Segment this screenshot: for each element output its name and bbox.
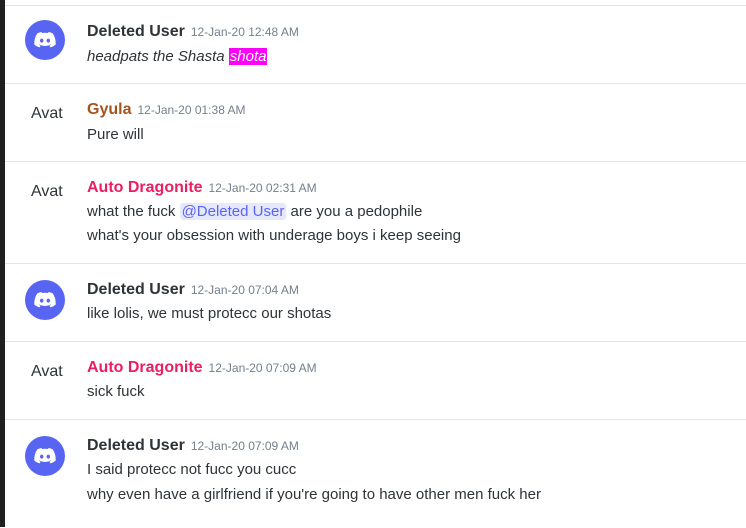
timestamp: 12-Jan-20 01:38 AM [137,103,246,117]
user-mention[interactable]: @Deleted User [179,203,287,220]
message-content: I said protecc not fucc you cucc [87,461,297,478]
message-content: like lolis, we must protecc our shotas [87,305,332,322]
message-list: Deleted User 12-Jan-20 12:48 AM headpats … [5,0,746,527]
message: Avat Gyula 12-Jan-20 01:38 AM Pure will [5,83,746,162]
message-text: are you a pedophile [286,203,423,220]
message-content: what the fuck @Deleted User are you a pe… [87,201,422,223]
message: Avat Auto Dragonite 12-Jan-20 02:31 AM wh… [5,161,746,264]
message-content: why even have a girlfriend if you're goi… [87,486,541,503]
avatar-alt-text: Avat [31,105,63,122]
message: Deleted User 12-Jan-20 12:48 AM headpats … [5,5,746,84]
timestamp: 12-Jan-20 07:04 AM [190,283,299,297]
message-content: headpats the Shasta shota [87,46,268,68]
avatar[interactable] [25,20,65,60]
message-header: Auto Dragonite 12-Jan-20 07:09 AM [87,359,317,381]
username[interactable]: Deleted User [87,437,185,454]
message-text: headpats the Shasta [87,48,229,65]
message-header: Deleted User 12-Jan-20 07:04 AM [87,281,299,303]
message-text: what the fuck [87,203,180,220]
message: Deleted User 12-Jan-20 07:04 AM like loli… [5,263,746,342]
avatar-alt-text: Avat [31,363,63,380]
discord-logo-icon [34,448,56,464]
timestamp: 12-Jan-20 07:09 AM [190,439,299,453]
avatar-alt-text: Avat [31,183,63,200]
avatar[interactable] [25,436,65,476]
timestamp: 12-Jan-20 07:09 AM [208,361,317,375]
message-header: Deleted User 12-Jan-20 12:48 AM [87,23,299,45]
message: Avat Auto Dragonite 12-Jan-20 07:09 AM si… [5,341,746,420]
username[interactable]: Auto Dragonite [87,359,203,376]
username[interactable]: Gyula [87,101,131,118]
username[interactable]: Deleted User [87,281,185,298]
highlighted-text: shota [228,48,268,65]
message: Deleted User 12-Jan-20 07:09 AM I said pr… [5,419,746,528]
username[interactable]: Deleted User [87,23,185,40]
message-header: Auto Dragonite 12-Jan-20 02:31 AM [87,179,317,201]
message-content: Pure will [87,126,144,143]
message-content: sick fuck [87,383,145,400]
message-content: what's your obsession with underage boys… [87,227,461,244]
avatar[interactable] [25,280,65,320]
message-header: Gyula 12-Jan-20 01:38 AM [87,101,246,123]
timestamp: 12-Jan-20 12:48 AM [190,25,299,39]
message-header: Deleted User 12-Jan-20 07:09 AM [87,437,299,459]
username[interactable]: Auto Dragonite [87,179,203,196]
timestamp: 12-Jan-20 02:31 AM [208,181,317,195]
discord-logo-icon [34,32,56,48]
discord-logo-icon [34,292,56,308]
